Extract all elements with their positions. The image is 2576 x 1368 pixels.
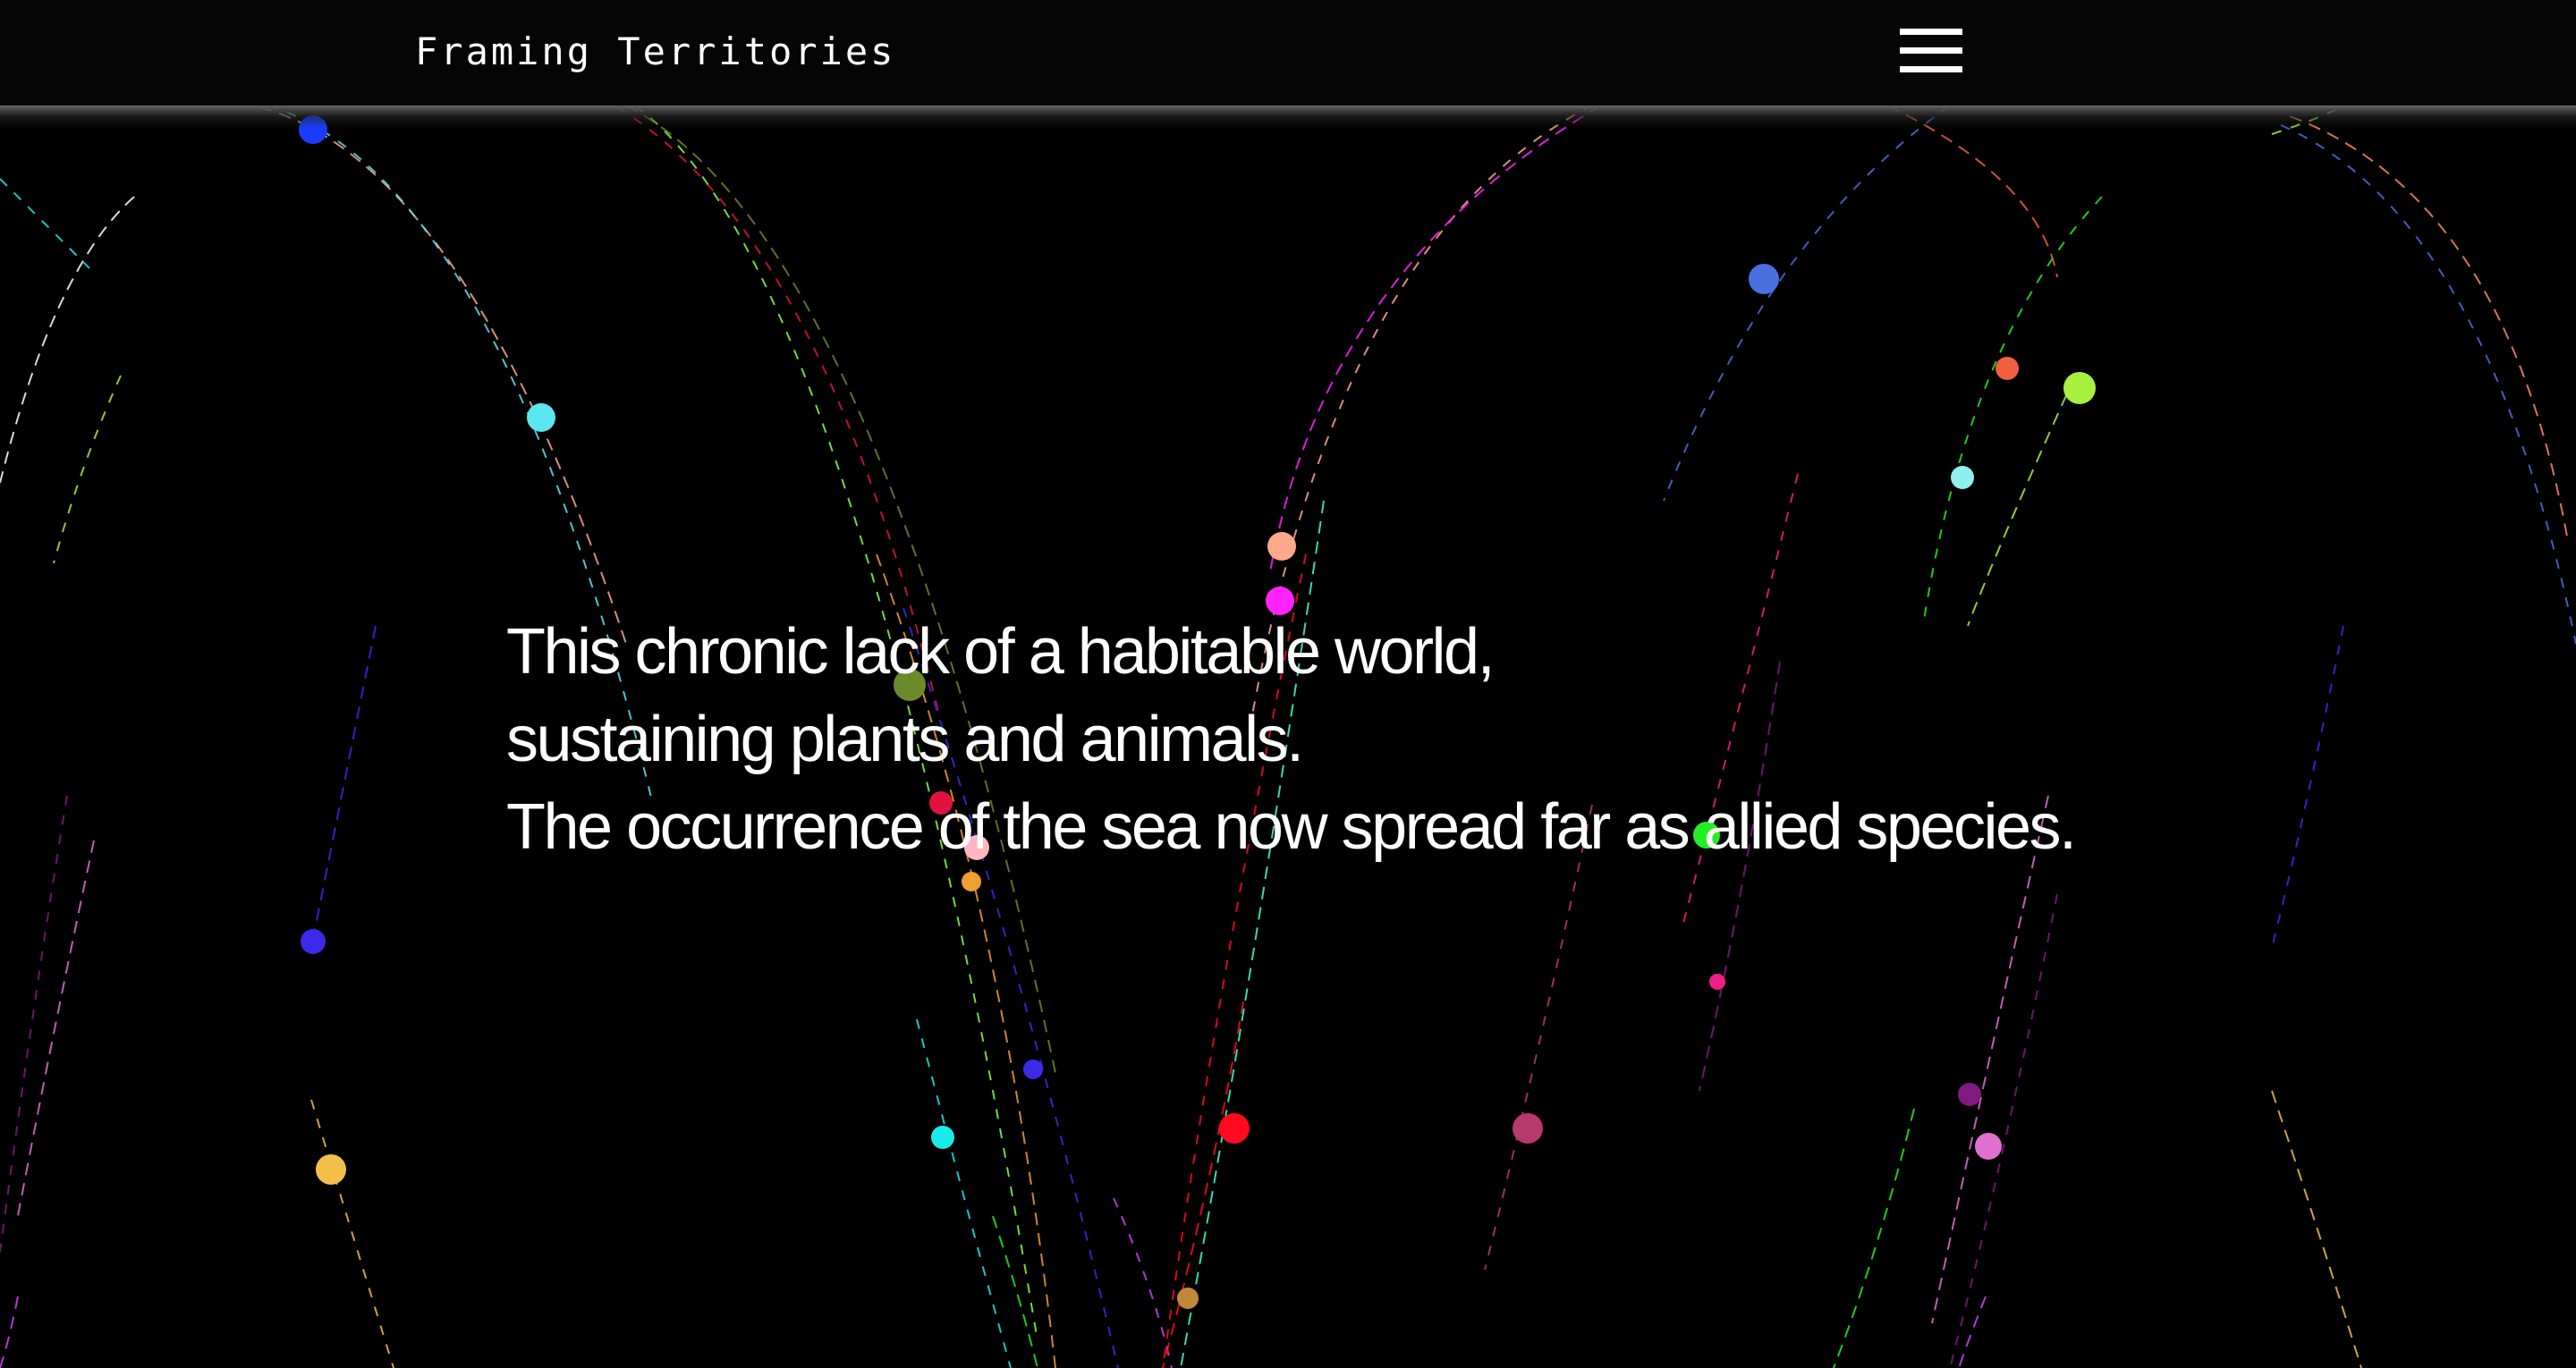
hamburger-menu-icon[interactable] <box>1896 25 1966 77</box>
site-header: Framing Territories <box>0 0 2576 106</box>
dashed-trail <box>258 106 627 645</box>
dashed-trail <box>2271 625 2344 949</box>
dashed-trail <box>2280 124 2576 645</box>
particle-dot <box>527 403 555 432</box>
dashed-trail <box>1269 105 1602 573</box>
dashed-trail <box>0 178 90 269</box>
hero-text: This chronic lack of a habitable world, … <box>506 608 2077 871</box>
dashed-trail <box>0 196 135 484</box>
hero-line-3: The occurrence of the sea now spread far… <box>506 791 2077 863</box>
particle-dot <box>2063 372 2096 404</box>
dashed-trail <box>1967 375 2076 627</box>
particle-dot <box>1177 1288 1199 1309</box>
dashed-trail <box>1113 1197 1173 1368</box>
dashed-trail <box>625 105 1056 1074</box>
particle-dot <box>1267 532 1296 561</box>
menu-bar-middle <box>1900 47 1962 54</box>
particle-dot <box>962 872 981 891</box>
particle-dot <box>1958 1083 1981 1106</box>
particle-dot <box>316 1154 346 1185</box>
particle-dot <box>1023 1060 1043 1079</box>
particle-dot <box>931 1126 954 1149</box>
dashed-trail <box>17 840 95 1217</box>
particle-dot <box>1709 974 1725 990</box>
dashed-trail <box>1663 105 1951 502</box>
dashed-trail <box>1949 893 2058 1368</box>
particle-dot <box>1749 264 1779 294</box>
dashed-trail <box>0 1296 19 1368</box>
dashed-trail <box>1484 804 1593 1271</box>
menu-bar-bottom <box>1900 66 1962 72</box>
dashed-trail <box>312 625 377 940</box>
hero-line-1: This chronic lack of a habitable world, <box>506 616 1496 688</box>
dashed-trail <box>53 375 122 564</box>
dashed-trail <box>1931 795 2049 1324</box>
dashed-trail <box>1886 105 2058 278</box>
dashed-trail <box>1162 1001 1244 1368</box>
particle-dot <box>1513 1113 1543 1144</box>
dashed-trail <box>992 1215 1038 1368</box>
menu-bar-top <box>1900 29 1962 35</box>
particle-dot <box>1219 1113 1250 1144</box>
site-title[interactable]: Framing Territories <box>415 27 895 77</box>
dashed-trail <box>1958 1296 1987 1368</box>
particle-dot <box>1975 1133 2002 1160</box>
hero-line-2: sustaining plants and animals. <box>506 704 1304 775</box>
dashed-trail <box>1922 196 2103 627</box>
dashed-trail <box>0 795 68 1253</box>
dashed-trail <box>310 1099 394 1368</box>
dashed-trail <box>2289 115 2568 537</box>
header-shadow <box>0 102 2576 129</box>
dashed-trail <box>1833 1108 1915 1368</box>
dashed-trail <box>916 1018 1012 1368</box>
dashed-trail <box>2271 1090 2362 1368</box>
particle-dot <box>1996 357 2019 380</box>
particle-dot <box>1951 466 1974 489</box>
particle-dot <box>301 929 326 954</box>
